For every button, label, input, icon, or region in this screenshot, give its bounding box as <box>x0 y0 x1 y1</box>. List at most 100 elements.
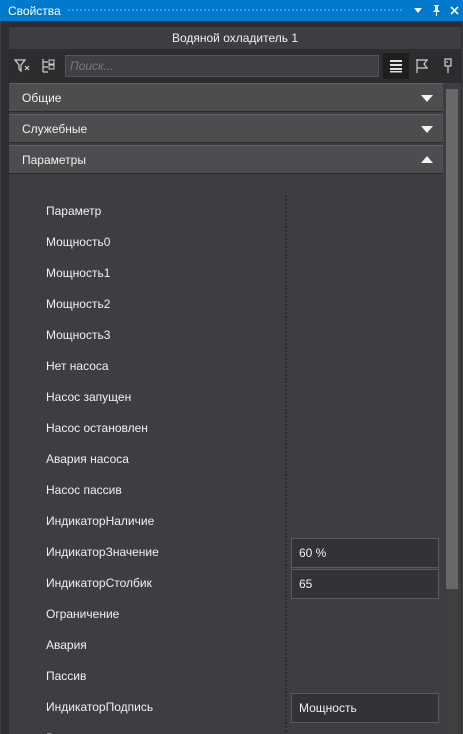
categorized-view-button[interactable] <box>383 53 409 79</box>
category-general[interactable]: Общие <box>9 83 443 112</box>
property-row[interactable]: Авария насоса <box>9 443 443 474</box>
category-service[interactable]: Служебные <box>9 114 443 143</box>
property-value[interactable] <box>291 476 439 506</box>
category-label: Общие <box>22 90 62 105</box>
properties-toolbar <box>9 53 461 79</box>
property-value-cell[interactable] <box>287 660 439 691</box>
pin-button[interactable] <box>427 0 445 21</box>
property-value[interactable]: 60 % <box>291 538 439 568</box>
property-value[interactable] <box>291 259 439 289</box>
wrench-icon <box>444 58 452 73</box>
property-row[interactable]: Мощность2 <box>9 288 443 319</box>
property-grid: Общие Служебные Параметры Параметр Мощнос… <box>9 83 443 734</box>
property-value[interactable] <box>291 631 439 661</box>
close-button[interactable] <box>445 0 463 21</box>
vertical-scrollbar[interactable] <box>443 83 461 734</box>
property-name: ИндикаторПодпись <box>46 699 154 714</box>
scrollbar-thumb[interactable] <box>446 89 458 589</box>
dropdown-menu-button[interactable] <box>409 0 427 21</box>
property-row[interactable]: Авария <box>9 629 443 660</box>
property-row[interactable]: Мощность1 <box>9 257 443 288</box>
property-value-cell[interactable] <box>287 381 439 412</box>
property-name: ИндикаторСтолбик <box>46 575 152 590</box>
flag-icon <box>416 59 429 73</box>
filter-button[interactable] <box>9 53 35 79</box>
property-name: Мощность2 <box>46 296 111 311</box>
property-name: Мощность0 <box>46 234 111 249</box>
property-value[interactable]: Мощность <box>291 693 439 723</box>
property-value-cell[interactable] <box>287 257 439 288</box>
property-name: Мощность3 <box>46 327 111 342</box>
events-button[interactable] <box>409 53 435 79</box>
search-field[interactable] <box>65 55 379 77</box>
property-row[interactable]: Ограничение <box>9 598 443 629</box>
filter-icon <box>14 59 30 73</box>
property-name: Мощность1 <box>46 265 111 280</box>
tree-view-button[interactable] <box>35 53 61 79</box>
property-row[interactable]: Насос запущен <box>9 381 443 412</box>
property-value-cell[interactable] <box>287 350 439 381</box>
property-value[interactable] <box>291 507 439 537</box>
property-name: Насос запущен <box>46 389 132 404</box>
category-label: Служебные <box>22 121 88 136</box>
property-row[interactable]: Насос пассив <box>9 474 443 505</box>
property-value[interactable]: 65 <box>291 569 439 599</box>
object-name-header: Водяной охладитель 1 <box>9 27 461 49</box>
property-name: Ограничение <box>46 606 120 621</box>
property-name: Насос остановлен <box>46 420 148 435</box>
property-row[interactable]: ИндикаторЗначение 60 % <box>9 536 443 568</box>
property-value-cell[interactable] <box>287 319 439 350</box>
property-value-cell[interactable] <box>287 412 439 443</box>
property-row[interactable]: Насос остановлен <box>9 412 443 443</box>
property-name: Нет насоса <box>46 358 109 373</box>
property-value-cell[interactable]: Мощность <box>287 691 439 723</box>
properties-panel: Водяной охладитель 1 Общие Служебные <box>0 21 463 734</box>
property-value[interactable] <box>291 290 439 320</box>
search-input[interactable] <box>70 59 378 73</box>
category-parameters[interactable]: Параметры <box>9 145 443 174</box>
property-name: ИндикаторНаличие <box>46 513 155 528</box>
property-pages-button[interactable] <box>435 53 461 79</box>
property-value-cell[interactable] <box>287 226 439 257</box>
property-value-cell[interactable] <box>287 288 439 319</box>
property-name: Видимость <box>9 722 285 734</box>
expand-arrow-icon <box>421 95 433 102</box>
property-value-cell[interactable] <box>287 629 439 660</box>
property-value-cell[interactable]: 65 <box>287 567 439 599</box>
property-value[interactable] <box>291 445 439 475</box>
titlebar-grip[interactable] <box>66 8 403 13</box>
list-icon <box>390 60 402 73</box>
property-value-cell[interactable] <box>287 195 439 226</box>
property-value-cell[interactable]: 60 % <box>287 536 439 568</box>
property-value[interactable] <box>291 383 439 413</box>
property-value-cell[interactable] <box>287 474 439 505</box>
property-row[interactable]: ИндикаторСтолбик 65 <box>9 567 443 599</box>
property-name: Авария насоса <box>46 451 129 466</box>
property-value[interactable] <box>291 197 439 227</box>
property-row[interactable]: Мощность3 <box>9 319 443 350</box>
property-name: ИндикаторЗначение <box>46 544 159 559</box>
property-value[interactable] <box>291 662 439 692</box>
window-title: Свойства <box>8 3 61 18</box>
property-value-cell[interactable] <box>287 722 439 734</box>
property-row[interactable]: ИндикаторНаличие <box>9 505 443 536</box>
scrollbar-track[interactable] <box>446 589 458 734</box>
property-value[interactable] <box>291 321 439 351</box>
property-row[interactable]: Нет насоса <box>9 350 443 381</box>
property-value[interactable] <box>291 414 439 444</box>
property-value[interactable] <box>291 724 439 734</box>
property-value[interactable] <box>291 228 439 258</box>
property-row[interactable]: Пассив <box>9 660 443 691</box>
property-row[interactable]: ИндикаторПодпись Мощность <box>9 691 443 723</box>
property-value-cell[interactable] <box>287 505 439 536</box>
property-value[interactable] <box>291 352 439 382</box>
property-row[interactable]: Мощность0 <box>9 226 443 257</box>
property-name: Авария <box>46 637 87 652</box>
property-name: Параметр <box>46 203 102 218</box>
property-row[interactable]: Параметр <box>9 195 443 226</box>
property-value-cell[interactable] <box>287 598 439 629</box>
collapse-arrow-icon <box>421 156 433 163</box>
property-value[interactable] <box>291 600 439 630</box>
property-row[interactable]: Видимость <box>9 722 443 734</box>
property-value-cell[interactable] <box>287 443 439 474</box>
